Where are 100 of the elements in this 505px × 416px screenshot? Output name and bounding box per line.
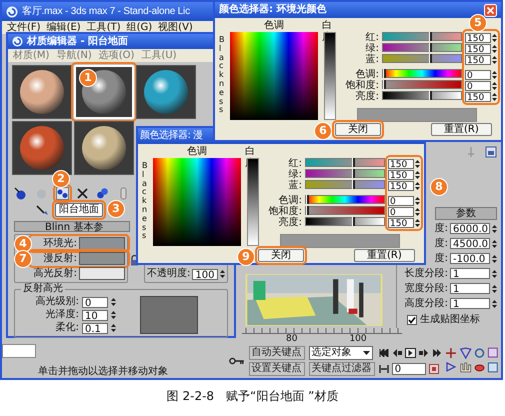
slider-thumb[interactable] [306, 195, 309, 204]
color-slider[interactable] [305, 217, 385, 226]
color-slider[interactable] [382, 69, 462, 78]
script-listener-field[interactable] [2, 344, 36, 358]
slider-thumb[interactable] [383, 80, 386, 89]
time-config-icon[interactable] [428, 364, 439, 374]
checkbox[interactable] [407, 315, 417, 325]
number-field[interactable]: 6000.0 [450, 223, 490, 234]
number-field[interactable]: 1 [450, 268, 490, 279]
color-swatch[interactable] [79, 252, 125, 265]
menu-item[interactable]: 工具(U) [141, 49, 177, 62]
slider-thumb[interactable] [429, 32, 432, 41]
value-field[interactable]: 150 [388, 170, 414, 180]
spinner-icon[interactable] [111, 323, 116, 333]
frame-field[interactable]: 0 [392, 363, 426, 375]
key-filters-button[interactable]: 关键点过滤器 [308, 362, 375, 376]
menu-item[interactable]: 编辑(E) [46, 21, 81, 34]
number-field[interactable]: 0.1 [82, 322, 108, 334]
menu-item[interactable]: 导航(N) [56, 49, 92, 62]
value-field[interactable]: 150 [465, 92, 491, 102]
skip-back-icon[interactable] [378, 349, 389, 357]
whiteness-bar[interactable] [324, 32, 336, 120]
opacity-field[interactable]: 100 [192, 268, 218, 280]
slider-thumb[interactable] [352, 217, 356, 226]
hue-blackness-field[interactable] [152, 158, 241, 246]
color-swatch[interactable] [79, 267, 125, 280]
step-back-icon[interactable] [392, 349, 402, 357]
material-slot[interactable] [74, 121, 134, 175]
color-slider[interactable] [305, 195, 385, 204]
slider-thumb[interactable] [429, 91, 432, 100]
spinner-icon[interactable] [492, 298, 497, 308]
spinner-icon[interactable] [111, 310, 116, 320]
sphere-arrow-icon[interactable] [14, 187, 27, 200]
linked-spheres-icon[interactable] [96, 187, 109, 200]
menu-item[interactable]: 选项(O) [98, 49, 134, 62]
number-field[interactable]: 1 [450, 298, 490, 309]
slider-thumb[interactable] [352, 158, 356, 167]
selection-dropdown[interactable]: 选定对象 [308, 346, 373, 360]
slider-thumb[interactable] [383, 69, 386, 78]
menu-item[interactable]: 材质(M) [13, 49, 50, 62]
slider-thumb[interactable] [352, 169, 356, 178]
number-field[interactable]: 1 [450, 283, 490, 294]
material-slot[interactable] [12, 65, 72, 119]
spinner-icon[interactable] [492, 254, 497, 264]
stack-icon[interactable] [485, 146, 497, 158]
color-slider[interactable] [305, 158, 385, 167]
skip-forward-icon[interactable] [432, 349, 442, 357]
value-field[interactable]: 0 [465, 80, 491, 90]
key-mode-icon[interactable] [378, 365, 389, 373]
color-slider[interactable] [382, 91, 462, 100]
value-field[interactable]: 150 [388, 158, 414, 168]
menu-item[interactable]: 组(G) [126, 21, 152, 34]
rollout-header[interactable]: Blinn 基本参 [14, 221, 130, 232]
value-field[interactable]: 150 [465, 32, 491, 42]
reset-button[interactable]: 重置(R) [354, 249, 415, 262]
color-slider[interactable] [382, 32, 462, 41]
spinner-icon[interactable] [492, 238, 497, 248]
whiteness-bar[interactable] [247, 158, 260, 246]
close-icon[interactable] [484, 4, 497, 16]
value-field[interactable]: 0 [388, 206, 414, 216]
value-field[interactable]: 150 [388, 180, 414, 190]
value-field[interactable]: 150 [388, 218, 414, 228]
spinner-icon[interactable] [492, 224, 497, 234]
step-forward-icon[interactable] [418, 349, 429, 357]
key-icon[interactable] [228, 357, 245, 365]
color-swatch[interactable] [79, 237, 125, 250]
viewport-navigation-drawing[interactable] [446, 347, 499, 375]
number-field[interactable]: 10 [82, 310, 108, 320]
spheres-icon[interactable] [56, 187, 69, 200]
slider-thumb[interactable] [429, 43, 432, 52]
color-slider[interactable] [382, 43, 462, 52]
color-slider[interactable] [382, 54, 462, 63]
material-name-field[interactable]: 阳台地面 [55, 203, 103, 217]
slider-thumb[interactable] [429, 54, 432, 63]
close-button[interactable]: 关闭 [258, 249, 304, 262]
rollout-header[interactable]: 参数 [435, 207, 497, 220]
value-field[interactable]: 150 [465, 44, 491, 54]
number-field[interactable]: 4500.0 [450, 238, 490, 249]
hue-blackness-field[interactable] [230, 32, 318, 120]
cross-icon[interactable] [77, 188, 88, 199]
reset-button[interactable]: 重置(R) [431, 123, 492, 136]
color-slider[interactable] [305, 206, 385, 215]
material-slot[interactable] [136, 65, 196, 119]
play-icon[interactable] [404, 348, 416, 358]
color-slider[interactable] [382, 80, 462, 89]
spinner-icon[interactable] [492, 284, 497, 294]
timeline-ruler[interactable] [242, 328, 402, 334]
slider-thumb[interactable] [306, 206, 309, 215]
menu-item[interactable]: 工具(T) [86, 21, 121, 34]
value-field[interactable]: 0 [465, 70, 491, 80]
number-field[interactable]: 0 [82, 296, 108, 308]
slider-thumb[interactable] [352, 180, 356, 189]
color-slider[interactable] [305, 180, 385, 189]
close-button[interactable]: 关闭 [335, 123, 381, 136]
value-field[interactable]: 0 [388, 196, 414, 206]
menu-item[interactable]: 视图(V) [158, 21, 193, 34]
number-field[interactable]: -100.0 [450, 253, 490, 264]
material-slot[interactable] [12, 121, 72, 175]
value-field[interactable]: 150 [465, 54, 491, 64]
spinner-icon[interactable] [492, 268, 497, 278]
